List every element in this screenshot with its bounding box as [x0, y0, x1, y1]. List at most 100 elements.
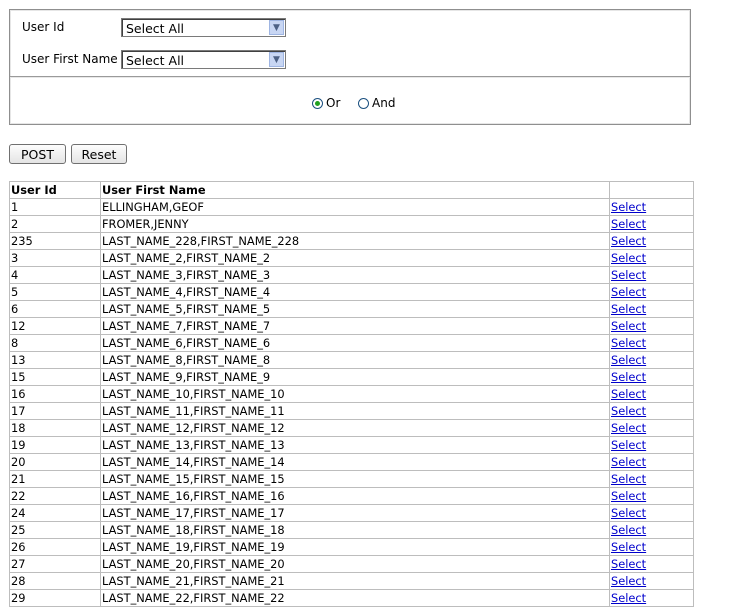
select-link[interactable]: Select — [611, 489, 646, 503]
table-row: 8 LAST_NAME_6,FIRST_NAME_6 Select — [9, 334, 694, 352]
user-id-select-value: Select All — [126, 21, 185, 36]
select-link[interactable]: Select — [611, 591, 646, 605]
user-first-name-cell: LAST_NAME_3,FIRST_NAME_3 — [100, 266, 610, 284]
user-first-name-cell: LAST_NAME_18,FIRST_NAME_18 — [100, 521, 610, 539]
user-first-name-cell: LAST_NAME_6,FIRST_NAME_6 — [100, 334, 610, 352]
or-radio[interactable] — [312, 97, 323, 109]
user-first-name-cell: LAST_NAME_14,FIRST_NAME_14 — [100, 453, 610, 471]
select-link[interactable]: Select — [611, 506, 646, 520]
table-row: 5 LAST_NAME_4,FIRST_NAME_4 Select — [9, 283, 694, 301]
select-cell: Select — [609, 555, 694, 573]
post-button[interactable]: POST — [9, 144, 66, 164]
select-link[interactable]: Select — [611, 251, 646, 265]
chevron-down-icon[interactable]: ▼ — [269, 52, 284, 67]
table-row: 4 LAST_NAME_3,FIRST_NAME_3 Select — [9, 266, 694, 284]
filter-panel: User Id Select All ▼ User First Name Sel… — [9, 9, 691, 125]
user-id-cell: 24 — [9, 504, 101, 522]
table-row: 1 ELLINGHAM,GEOF Select — [9, 198, 694, 216]
user-first-name-cell: LAST_NAME_11,FIRST_NAME_11 — [100, 402, 610, 420]
table-row: 19 LAST_NAME_13,FIRST_NAME_13 Select — [9, 436, 694, 454]
user-id-cell: 29 — [9, 589, 101, 607]
and-radio-label: And — [372, 96, 396, 110]
select-link[interactable]: Select — [611, 421, 646, 435]
user-id-cell: 12 — [9, 317, 101, 335]
or-radio-option[interactable]: Or — [312, 96, 340, 110]
user-first-name-cell: FROMER,JENNY — [100, 215, 610, 233]
select-link[interactable]: Select — [611, 387, 646, 401]
table-row: 20 LAST_NAME_14,FIRST_NAME_14 Select — [9, 453, 694, 471]
select-link[interactable]: Select — [611, 336, 646, 350]
select-link[interactable]: Select — [611, 285, 646, 299]
user-id-cell: 235 — [9, 232, 101, 250]
user-id-cell: 18 — [9, 419, 101, 437]
reset-button[interactable]: Reset — [71, 144, 127, 164]
select-link[interactable]: Select — [611, 455, 646, 469]
user-first-name-cell: LAST_NAME_5,FIRST_NAME_5 — [100, 300, 610, 318]
select-link[interactable]: Select — [611, 438, 646, 452]
select-link[interactable]: Select — [611, 319, 646, 333]
table-row: 3 LAST_NAME_2,FIRST_NAME_2 Select — [9, 249, 694, 267]
select-cell: Select — [609, 419, 694, 437]
user-first-name-cell: LAST_NAME_7,FIRST_NAME_7 — [100, 317, 610, 335]
select-cell: Select — [609, 368, 694, 386]
select-link[interactable]: Select — [611, 540, 646, 554]
user-first-name-cell: LAST_NAME_17,FIRST_NAME_17 — [100, 504, 610, 522]
user-first-name-cell: LAST_NAME_228,FIRST_NAME_228 — [100, 232, 610, 250]
or-radio-label: Or — [326, 96, 341, 110]
users-table: User Id User First Name 1 ELLINGHAM,GEOF S… — [9, 181, 694, 607]
table-row: 17 LAST_NAME_11,FIRST_NAME_11 Select — [9, 402, 694, 420]
select-cell: Select — [609, 402, 694, 420]
select-link[interactable]: Select — [611, 217, 646, 231]
user-first-name-cell: LAST_NAME_8,FIRST_NAME_8 — [100, 351, 610, 369]
select-link[interactable]: Select — [611, 370, 646, 384]
select-cell: Select — [609, 453, 694, 471]
table-row: 26 LAST_NAME_19,FIRST_NAME_19 Select — [9, 538, 694, 556]
select-cell: Select — [609, 351, 694, 369]
user-id-cell: 27 — [9, 555, 101, 573]
first-name-select-value: Select All — [126, 53, 185, 68]
user-id-cell: 3 — [9, 249, 101, 267]
table-row: 21 LAST_NAME_15,FIRST_NAME_15 Select — [9, 470, 694, 488]
select-link[interactable]: Select — [611, 472, 646, 486]
select-cell: Select — [609, 504, 694, 522]
table-row: 29 LAST_NAME_22,FIRST_NAME_22 Select — [9, 589, 694, 607]
select-cell: Select — [609, 487, 694, 505]
and-radio-option[interactable]: And — [358, 96, 395, 110]
filter-divider — [10, 76, 690, 78]
table-row: 13 LAST_NAME_8,FIRST_NAME_8 Select — [9, 351, 694, 369]
user-id-cell: 6 — [9, 300, 101, 318]
select-link[interactable]: Select — [611, 268, 646, 282]
user-id-cell: 2 — [9, 215, 101, 233]
user-first-name-cell: LAST_NAME_13,FIRST_NAME_13 — [100, 436, 610, 454]
select-cell: Select — [609, 521, 694, 539]
user-first-name-cell: LAST_NAME_16,FIRST_NAME_16 — [100, 487, 610, 505]
user-first-name-cell: ELLINGHAM,GEOF — [100, 198, 610, 216]
user-id-select[interactable]: Select All ▼ — [121, 18, 286, 37]
select-cell: Select — [609, 283, 694, 301]
user-first-name-cell: LAST_NAME_4,FIRST_NAME_4 — [100, 283, 610, 301]
select-link[interactable]: Select — [611, 574, 646, 588]
user-id-cell: 4 — [9, 266, 101, 284]
select-link[interactable]: Select — [611, 234, 646, 248]
select-link[interactable]: Select — [611, 523, 646, 537]
select-link[interactable]: Select — [611, 353, 646, 367]
select-cell: Select — [609, 317, 694, 335]
table-row: 6 LAST_NAME_5,FIRST_NAME_5 Select — [9, 300, 694, 318]
table-row: 25 LAST_NAME_18,FIRST_NAME_18 Select — [9, 521, 694, 539]
chevron-down-icon[interactable]: ▼ — [269, 20, 284, 35]
select-cell: Select — [609, 334, 694, 352]
first-name-select[interactable]: Select All ▼ — [121, 50, 286, 69]
select-cell: Select — [609, 266, 694, 284]
select-link[interactable]: Select — [611, 302, 646, 316]
table-row: 27 LAST_NAME_20,FIRST_NAME_20 Select — [9, 555, 694, 573]
table-row: 16 LAST_NAME_10,FIRST_NAME_10 Select — [9, 385, 694, 403]
first-name-label: User First Name — [22, 52, 118, 66]
user-id-cell: 26 — [9, 538, 101, 556]
user-id-cell: 5 — [9, 283, 101, 301]
select-link[interactable]: Select — [611, 200, 646, 214]
and-radio[interactable] — [358, 97, 369, 109]
select-cell: Select — [609, 589, 694, 607]
select-link[interactable]: Select — [611, 404, 646, 418]
table-row: 2 FROMER,JENNY Select — [9, 215, 694, 233]
select-link[interactable]: Select — [611, 557, 646, 571]
